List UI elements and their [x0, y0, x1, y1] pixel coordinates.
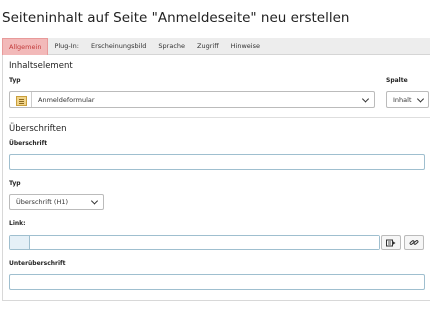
- link-input[interactable]: [30, 236, 379, 249]
- tab-erscheinungsbild[interactable]: Erscheinungsbild: [85, 38, 152, 55]
- link-button[interactable]: [404, 235, 424, 250]
- subheader-input[interactable]: [9, 274, 425, 290]
- type-label: Typ: [9, 77, 21, 84]
- headers-heading: Überschriften: [9, 124, 67, 134]
- column-label: Spalte: [386, 77, 408, 84]
- content-type-select[interactable]: Anmeldeformular: [9, 91, 375, 108]
- chevron-down-icon: [90, 197, 99, 205]
- tab-hinweise[interactable]: Hinweise: [225, 38, 266, 55]
- content-type-value: Anmeldeformular: [38, 95, 95, 104]
- header-layout-value: Überschrift (H1): [16, 198, 68, 206]
- tab-sprache[interactable]: Sprache: [152, 38, 191, 55]
- chevron-down-icon: [416, 94, 425, 103]
- content-element-heading: Inhaltselement: [9, 61, 73, 71]
- tab-plugin[interactable]: Plug-In:: [48, 38, 85, 55]
- link-icon: [409, 240, 419, 245]
- header-layout-select[interactable]: Überschrift (H1): [9, 194, 104, 210]
- header-label: Überschrift: [9, 140, 48, 147]
- subheader-label: Unterüberschrift: [9, 260, 66, 267]
- link-type-addon: [10, 236, 30, 249]
- link-field: [9, 235, 380, 250]
- column-select[interactable]: Inhalt: [386, 91, 429, 108]
- tab-bar: Allgemein Plug-In: Erscheinungsbild Spra…: [2, 38, 430, 55]
- link-browser-icon: [386, 239, 396, 246]
- tab-allgemein[interactable]: Allgemein: [2, 38, 49, 55]
- page-title: Seiteninhalt auf Seite "Anmeldeseite" ne…: [2, 10, 350, 26]
- link-label: Link:: [9, 220, 26, 227]
- link-browser-button[interactable]: [381, 235, 401, 250]
- section-divider: [9, 117, 430, 118]
- tab-zugriff[interactable]: Zugriff: [191, 38, 225, 55]
- header-layout-label: Typ: [9, 180, 21, 187]
- form-panel: Inhaltselement Typ Spalte Anmeldeformula…: [2, 55, 430, 301]
- column-value: Inhalt: [393, 95, 412, 104]
- chevron-down-icon: [361, 94, 370, 103]
- header-input[interactable]: [9, 154, 425, 170]
- form-icon: [16, 96, 27, 106]
